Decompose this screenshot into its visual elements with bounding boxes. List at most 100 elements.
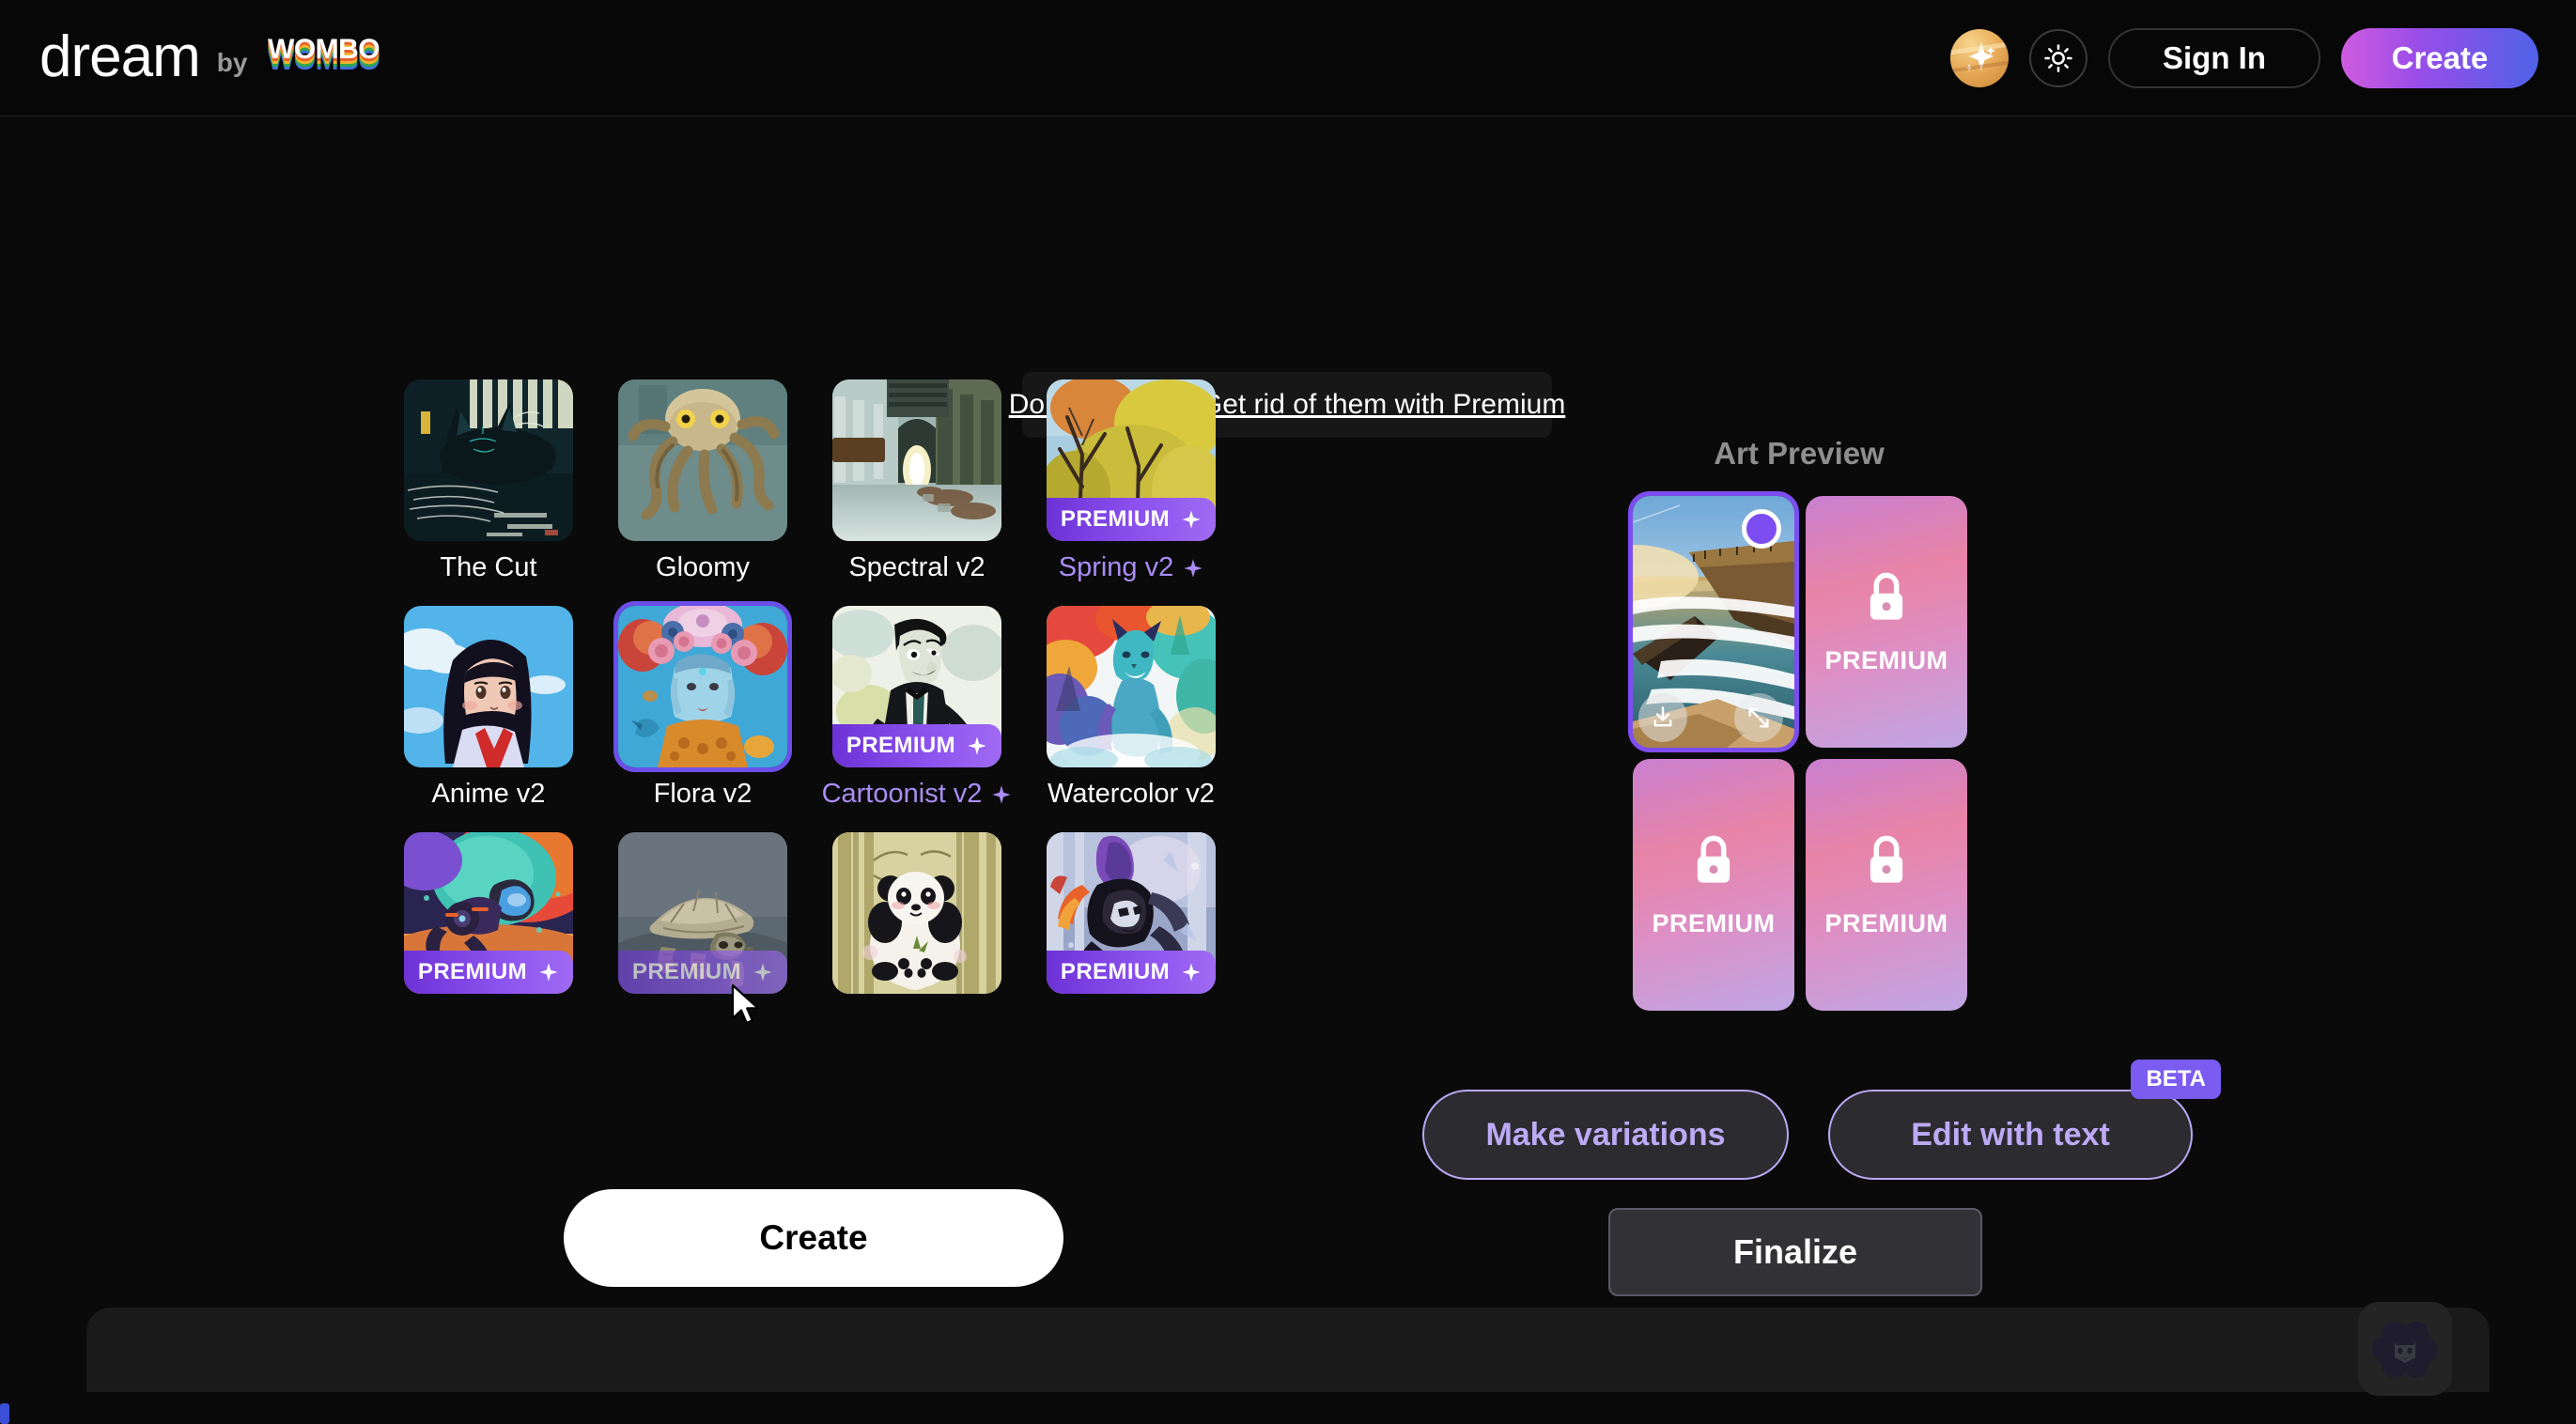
style-card-label: Gloomy <box>656 552 750 583</box>
style-card-watercolor-v2[interactable]: Watercolor v2 <box>1047 606 1216 810</box>
style-card-row3-1[interactable]: PREMIUM <box>404 832 573 994</box>
spectral-v2-thumbnail-image <box>832 379 1001 541</box>
style-label-text: Watercolor v2 <box>1047 779 1215 809</box>
preview-selected-indicator[interactable] <box>1742 509 1781 549</box>
style-thumbnail <box>404 379 573 541</box>
style-card-label: Watercolor v2 <box>1047 779 1215 810</box>
style-thumbnail: PREMIUM <box>832 606 1001 767</box>
style-thumbnail: PREMIUM <box>618 832 787 994</box>
style-thumbnail <box>613 601 792 772</box>
edit-with-text-button[interactable]: Edit with text BETA <box>1828 1060 2221 1180</box>
app-header: dream by WOMBO WOMBO WOMBO WOMBO WOMBO S… <box>0 0 2576 116</box>
sun-icon <box>2044 43 2072 72</box>
style-card-the-cut[interactable]: The Cut <box>404 379 573 583</box>
the-cut-thumbnail-image <box>404 379 573 541</box>
style-grid: The Cut Gloomy Spectral v2 PREMIUM Sprin… <box>404 379 1231 994</box>
style-thumbnail <box>404 606 573 767</box>
style-thumbnail: PREMIUM <box>404 832 573 994</box>
avatar[interactable] <box>1950 28 2009 87</box>
style-label-text: Flora v2 <box>653 779 753 809</box>
style-card-row3-4[interactable]: PREMIUM <box>1047 832 1216 994</box>
beta-badge: BETA <box>2131 1060 2221 1099</box>
brand-logo[interactable]: dream by WOMBO WOMBO WOMBO WOMBO WOMBO <box>39 24 394 90</box>
sparkle-icon <box>753 963 772 982</box>
style-thumbnail: PREMIUM <box>1047 832 1216 994</box>
art-preview-tile-1[interactable] <box>1628 491 1799 752</box>
wombo-logo-icon: WOMBO WOMBO WOMBO WOMBO WOMBO <box>264 32 394 85</box>
style-label-text: Gloomy <box>656 552 750 582</box>
brand-by-label: by <box>216 47 248 77</box>
scroll-edge-accent <box>0 1403 9 1424</box>
sparkle-icon <box>539 963 558 982</box>
premium-badge-label: PREMIUM <box>631 959 742 984</box>
style-card-label: Flora v2 <box>654 779 753 810</box>
style-card-row3-2[interactable]: PREMIUM <box>618 832 787 994</box>
style-card-spring-v2[interactable]: PREMIUM Spring v2 <box>1047 379 1216 583</box>
sign-in-button[interactable]: Sign In <box>2108 27 2320 88</box>
style-label-text: Cartoonist v2 <box>821 779 983 809</box>
svg-text:WOMBO: WOMBO <box>268 34 380 65</box>
panda-thumbnail-image <box>832 832 1001 994</box>
make-variations-button[interactable]: Make variations <box>1422 1090 1789 1180</box>
premium-badge-label: PREMIUM <box>846 733 956 758</box>
watercolor-v2-thumbnail-image <box>1047 606 1216 767</box>
expand-button[interactable] <box>1734 693 1783 742</box>
premium-tile-label: PREMIUM <box>1824 908 1948 937</box>
style-card-label: Cartoonist v2 <box>822 779 1013 810</box>
download-icon <box>1653 706 1672 727</box>
lock-icon <box>1697 835 1730 883</box>
download-button[interactable] <box>1638 693 1687 742</box>
header-create-button[interactable]: Create <box>2341 27 2538 88</box>
theme-toggle-button[interactable] <box>2029 28 2087 87</box>
style-label-text: Spectral v2 <box>848 552 985 582</box>
style-card-label: Spring v2 <box>1059 552 1204 583</box>
style-card-spectral-v2[interactable]: Spectral v2 <box>832 379 1001 583</box>
page-body: Don't like ads? Get rid of them with Pre… <box>0 116 2576 1424</box>
style-label-text: Spring v2 <box>1058 552 1174 582</box>
sparkle-icon <box>1184 558 1203 578</box>
chat-widget-button[interactable] <box>2358 1302 2452 1396</box>
art-preview-title: Art Preview <box>1714 436 1885 471</box>
create-button[interactable]: Create <box>564 1189 1063 1287</box>
style-label-text: Anime v2 <box>431 779 546 809</box>
style-card-flora-v2[interactable]: Flora v2 <box>613 601 792 810</box>
finalize-button[interactable]: Finalize <box>1608 1208 1982 1296</box>
art-action-buttons: Make variations Edit with text BETA <box>1422 1060 2221 1180</box>
sparkle-icon <box>968 736 986 755</box>
premium-tile-label: PREMIUM <box>1652 908 1776 937</box>
sparkle-avatar-icon <box>1965 41 1995 71</box>
art-preview-tile-4[interactable]: PREMIUM <box>1806 759 1967 1011</box>
brand-name: dream <box>39 24 201 90</box>
art-preview-tile-3[interactable]: PREMIUM <box>1633 759 1794 1011</box>
lock-icon <box>1870 835 1903 883</box>
style-card-row3-3[interactable] <box>832 832 1001 994</box>
lock-icon <box>1870 572 1903 620</box>
premium-badge-label: PREMIUM <box>1060 959 1171 984</box>
style-card-gloomy[interactable]: Gloomy <box>618 379 787 583</box>
bottom-panel <box>86 1308 2490 1392</box>
sparkle-icon <box>1182 510 1201 529</box>
premium-badge: PREMIUM <box>618 951 787 994</box>
style-card-label: The Cut <box>440 552 536 583</box>
premium-badge: PREMIUM <box>1047 498 1216 541</box>
anime-v2-thumbnail-image <box>404 606 573 767</box>
style-label-text: The Cut <box>440 552 537 582</box>
expand-icon <box>1748 707 1769 728</box>
style-thumbnail <box>832 832 1001 994</box>
sparkle-icon <box>1182 963 1201 982</box>
gloomy-thumbnail-image <box>618 379 787 541</box>
style-card-label: Spectral v2 <box>848 552 985 583</box>
style-thumbnail <box>618 379 787 541</box>
header-actions: Sign In Create <box>1950 27 2538 88</box>
style-thumbnail: PREMIUM <box>1047 379 1216 541</box>
premium-badge-label: PREMIUM <box>417 959 528 984</box>
style-thumbnail <box>832 379 1001 541</box>
edit-with-text-label: Edit with text <box>1911 1116 2110 1153</box>
premium-badge-label: PREMIUM <box>1060 506 1171 532</box>
art-preview-grid: PREMIUM PREMIUM PREMIUM <box>1628 491 1967 1011</box>
art-preview-tile-2[interactable]: PREMIUM <box>1806 496 1967 748</box>
premium-badge: PREMIUM <box>1047 951 1216 994</box>
style-card-anime-v2[interactable]: Anime v2 <box>404 606 573 810</box>
premium-tile-label: PREMIUM <box>1824 645 1948 674</box>
style-card-cartoonist-v2[interactable]: PREMIUM Cartoonist v2 <box>822 606 1012 810</box>
